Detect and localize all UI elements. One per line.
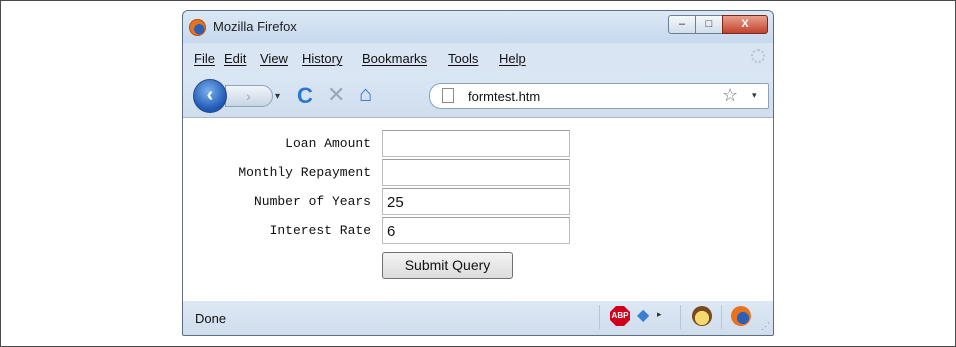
menu-tools[interactable]: Tools: [448, 51, 478, 66]
stop-icon[interactable]: ✕: [327, 82, 345, 108]
throbber-icon: [751, 49, 765, 63]
menu-edit[interactable]: Edit: [224, 51, 246, 66]
status-divider: [599, 305, 600, 329]
window-title: Mozilla Firefox: [213, 19, 297, 34]
page-icon: [442, 88, 454, 103]
status-divider: [721, 305, 722, 329]
title-bar: Mozilla Firefox – □ X: [183, 11, 773, 43]
url-text[interactable]: formtest.htm: [468, 89, 540, 104]
interest-rate-input[interactable]: 6: [382, 217, 570, 244]
maximize-button[interactable]: □: [695, 15, 723, 34]
reload-icon[interactable]: C: [297, 83, 313, 109]
menu-bookmarks[interactable]: Bookmarks: [362, 51, 427, 66]
navigation-toolbar: › ‹ ▾ C ✕ ⌂ formtest.htm ☆ ▾: [183, 71, 773, 117]
address-bar[interactable]: formtest.htm ☆ ▾: [429, 83, 769, 109]
resize-grip-icon[interactable]: ⋰: [761, 321, 770, 332]
browser-window: Mozilla Firefox – □ X File Edit View His…: [182, 10, 774, 336]
menu-help[interactable]: Help: [499, 51, 526, 66]
url-dropdown-icon[interactable]: ▾: [752, 90, 757, 101]
menu-file[interactable]: File: [194, 51, 215, 66]
home-icon[interactable]: ⌂: [359, 81, 372, 107]
history-dropdown-icon[interactable]: ▾: [275, 91, 280, 102]
menu-bar: File Edit View History Bookmarks Tools H…: [183, 43, 773, 71]
forward-button[interactable]: ›: [225, 85, 273, 107]
status-divider: [680, 305, 681, 329]
loan-amount-input[interactable]: [382, 130, 570, 157]
submit-query-button[interactable]: Submit Query: [382, 252, 513, 279]
number-of-years-label: Number of Years: [253, 194, 371, 209]
status-text: Done: [195, 311, 227, 326]
greasemonkey-icon[interactable]: [692, 306, 712, 326]
minimize-button[interactable]: –: [668, 15, 696, 34]
adblock-plus-icon[interactable]: ABP: [610, 306, 630, 326]
status-bar: Done ABP ◆ ▸ ⋰: [183, 301, 773, 335]
addon-icon[interactable]: ◆: [637, 305, 649, 325]
back-button[interactable]: ‹: [193, 79, 227, 113]
number-of-years-input[interactable]: 25: [382, 188, 570, 215]
interest-rate-label: Interest Rate: [269, 223, 371, 238]
monthly-repayment-label: Monthly Repayment: [238, 165, 371, 180]
firefox-status-icon[interactable]: [731, 306, 751, 326]
loan-amount-label: Loan Amount: [285, 136, 371, 151]
menu-view[interactable]: View: [260, 51, 288, 66]
firefox-icon: [189, 19, 206, 36]
close-button[interactable]: X: [722, 15, 768, 34]
addon-dropdown-icon[interactable]: ▸: [657, 309, 662, 320]
monthly-repayment-input[interactable]: [382, 159, 570, 186]
menu-history[interactable]: History: [302, 51, 342, 66]
bookmark-star-icon[interactable]: ☆: [722, 85, 738, 106]
page-content: Loan Amount Monthly Repayment Number of …: [183, 117, 773, 302]
